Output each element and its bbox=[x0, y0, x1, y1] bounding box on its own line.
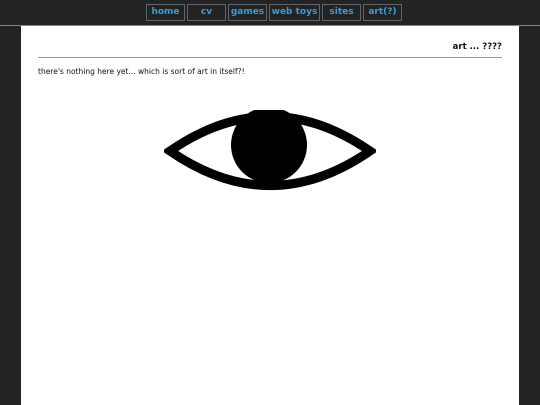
title-divider bbox=[38, 57, 502, 58]
content-panel: art ... ???? there's nothing here yet...… bbox=[21, 26, 519, 405]
nav-art[interactable]: art(?) bbox=[363, 4, 402, 21]
nav-web-toys[interactable]: web toys bbox=[269, 4, 320, 21]
eye-icon bbox=[164, 110, 376, 190]
nav-home[interactable]: home bbox=[146, 4, 185, 21]
main-nav: home cv games web toys sites art(?) bbox=[146, 4, 402, 21]
nav-sites[interactable]: sites bbox=[322, 4, 361, 21]
nav-cv[interactable]: cv bbox=[187, 4, 226, 21]
intro-text: there's nothing here yet... which is sor… bbox=[38, 67, 245, 76]
top-navigation-bar: home cv games web toys sites art(?) bbox=[0, 0, 540, 26]
page-title: art ... ???? bbox=[452, 42, 502, 52]
nav-games[interactable]: games bbox=[228, 4, 267, 21]
